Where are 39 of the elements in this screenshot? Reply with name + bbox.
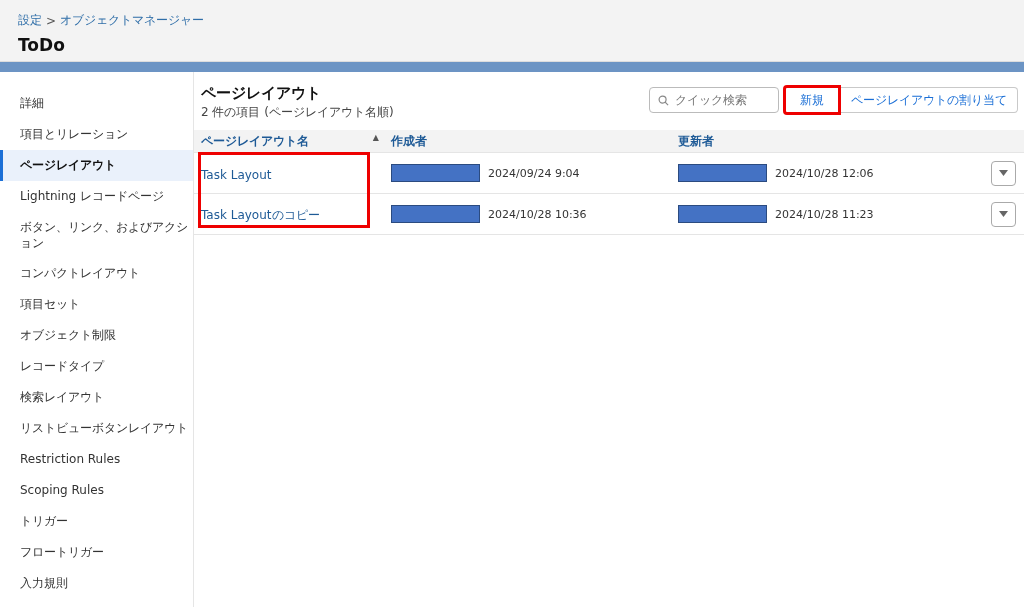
sidebar-item[interactable]: ページレイアウト: [0, 150, 193, 181]
item-count: 2 件の項目 (ページレイアウト名順): [201, 104, 394, 121]
sidebar-item[interactable]: 項目とリレーション: [0, 119, 193, 150]
column-header[interactable]: ページレイアウト名: [201, 132, 309, 150]
sidebar-item[interactable]: 項目セット: [0, 289, 193, 320]
caret-down-icon: [999, 211, 1008, 217]
sort-indicator[interactable]: ▲: [372, 132, 387, 150]
column-header[interactable]: 作成者: [391, 133, 427, 148]
sidebar-item[interactable]: Scoping Rules: [0, 475, 193, 506]
sidebar-item[interactable]: レコードタイプ: [0, 351, 193, 382]
search-field[interactable]: クイック検索: [649, 87, 779, 113]
object-title: ToDo: [18, 35, 66, 55]
modified-date: 2024/10/28 12:06: [775, 166, 874, 180]
breadcrumb-link[interactable]: 設定: [18, 12, 42, 29]
sidebar-item[interactable]: Lightning レコードページ: [0, 181, 193, 212]
sidebar-item[interactable]: 詳細: [0, 88, 193, 119]
sidebar-item[interactable]: Restriction Rules: [0, 444, 193, 475]
row-menu-button[interactable]: [991, 160, 1016, 186]
breadcrumb-link[interactable]: オブジェクトマネージャー: [60, 12, 205, 29]
modified-date: 2024/10/28 11:23: [775, 207, 874, 221]
row-menu-button[interactable]: [991, 201, 1016, 227]
action-button[interactable]: ページレイアウトの割り当て: [841, 87, 1018, 113]
action-button[interactable]: 新規: [783, 85, 841, 115]
sidebar-item[interactable]: オブジェクト制限: [0, 320, 193, 351]
sidebar-item[interactable]: フロートリガー: [0, 537, 193, 568]
column-header[interactable]: 更新者: [678, 133, 714, 148]
sidebar-item[interactable]: リストビューボタンレイアウト: [0, 413, 193, 444]
sidebar-item[interactable]: 検索レイアウト: [0, 382, 193, 413]
sidebar-item[interactable]: 入力規則: [0, 568, 193, 599]
sidebar-item[interactable]: ボタン、リンク、およびアクション: [0, 212, 193, 258]
created-date: 2024/10/28 10:36: [488, 207, 587, 221]
layout-link[interactable]: Task Layout: [201, 167, 272, 182]
sidebar-item[interactable]: コンパクトレイアウト: [0, 258, 193, 289]
section-title: ページレイアウト: [201, 84, 322, 103]
sidebar-item[interactable]: トリガー: [0, 506, 193, 537]
caret-down-icon: [999, 170, 1008, 176]
breadcrumb-separator: >: [46, 13, 57, 28]
layout-link[interactable]: Task Layoutのコピー: [201, 208, 320, 222]
created-date: 2024/09/24 9:04: [488, 166, 580, 180]
